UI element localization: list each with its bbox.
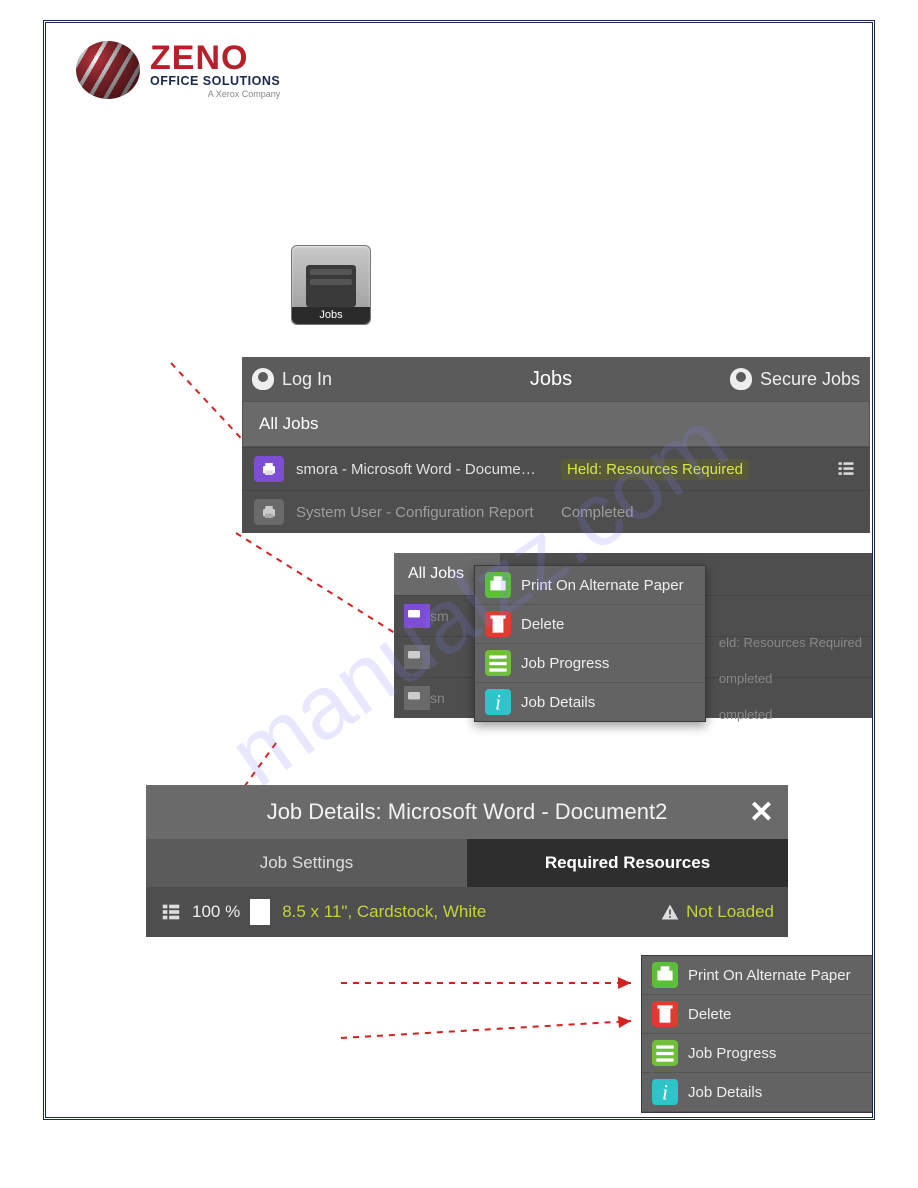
- menu-delete[interactable]: Delete: [642, 995, 872, 1034]
- job-context-menu: Print On Alternate Paper Delete Job Prog…: [474, 565, 706, 722]
- svg-text:i: i: [495, 691, 501, 715]
- secure-jobs-label: Secure Jobs: [760, 369, 860, 390]
- jobs-tile-label: Jobs: [292, 307, 370, 324]
- info-icon: i: [652, 1079, 678, 1105]
- resource-icon: [160, 901, 182, 923]
- not-loaded-warning: Not Loaded: [660, 902, 774, 922]
- menu-label: Job Details: [688, 1084, 762, 1101]
- info-icon: i: [485, 689, 511, 715]
- job-row-completed[interactable]: System User - Configuration Report Compl…: [242, 490, 870, 533]
- job-details-titlebar: Job Details: Microsoft Word - Document2 …: [146, 785, 788, 839]
- resource-percent: 100 %: [192, 902, 240, 922]
- menu-details[interactable]: i Job Details: [642, 1073, 872, 1112]
- menu-progress[interactable]: Job Progress: [475, 644, 705, 683]
- printer-icon: [404, 645, 430, 669]
- close-button[interactable]: ✕: [749, 795, 774, 830]
- printer-icon: [404, 604, 430, 628]
- all-jobs-header[interactable]: All Jobs: [242, 401, 870, 447]
- job-details-panel: Job Details: Microsoft Word - Document2 …: [146, 785, 788, 937]
- warning-icon: [660, 902, 680, 922]
- job-context-panel: All Jobs sm sn eld: Re: [394, 553, 872, 718]
- logo-tagline: A Xerox Company: [150, 90, 280, 99]
- logo-sphere-icon: [76, 41, 140, 99]
- menu-label: Job Progress: [688, 1045, 776, 1062]
- bg-status-column: eld: Resources Required ompleted omplete…: [719, 625, 862, 733]
- menu-label: Delete: [688, 1006, 731, 1023]
- paper-swatch-icon: [250, 899, 270, 925]
- menu-print-alternate[interactable]: Print On Alternate Paper: [642, 956, 872, 995]
- job-name: System User - Configuration Report: [296, 504, 561, 521]
- jobs-app-tile[interactable]: Jobs: [291, 245, 371, 325]
- menu-label: Print On Alternate Paper: [521, 577, 684, 594]
- menu-delete[interactable]: Delete: [475, 605, 705, 644]
- logo-main-text: ZENO: [150, 41, 280, 75]
- logo-sub-text: OFFICE SOLUTIONS: [150, 75, 280, 88]
- user-icon: [730, 368, 752, 390]
- resource-description: 8.5 x 11", Cardstock, White: [282, 902, 660, 922]
- secure-jobs-button[interactable]: Secure Jobs: [690, 368, 870, 390]
- menu-label: Job Progress: [521, 655, 609, 672]
- progress-icon: [652, 1040, 678, 1066]
- printer-icon: [404, 686, 430, 710]
- progress-icon: [485, 650, 511, 676]
- menu-progress[interactable]: Job Progress: [642, 1034, 872, 1073]
- svg-text:i: i: [662, 1081, 668, 1105]
- printer-icon: [254, 456, 284, 482]
- printer-icon: [652, 962, 678, 988]
- jobs-panel: Log In Jobs Secure Jobs All Jobs smora -…: [242, 357, 870, 533]
- tab-required-resources[interactable]: Required Resources: [467, 839, 788, 887]
- page-frame: ZENO OFFICE SOLUTIONS A Xerox Company ma…: [43, 20, 875, 1120]
- menu-label: Job Details: [521, 694, 595, 711]
- menu-details[interactable]: i Job Details: [475, 683, 705, 721]
- job-status: Completed: [561, 504, 858, 521]
- tab-job-settings[interactable]: Job Settings: [146, 839, 467, 887]
- job-name: sm: [430, 608, 449, 624]
- printer-icon: [254, 499, 284, 525]
- jobs-panel-title: Jobs: [412, 368, 690, 391]
- user-icon: [252, 368, 274, 390]
- menu-print-alternate[interactable]: Print On Alternate Paper: [475, 566, 705, 605]
- list-icon[interactable]: [834, 459, 858, 479]
- printer-icon: [485, 572, 511, 598]
- job-status-held: Held: Resources Required: [561, 459, 749, 480]
- menu-label: Delete: [521, 616, 564, 633]
- job-details-title: Job Details: Microsoft Word - Document2: [267, 799, 668, 824]
- bottom-context-menu: Print On Alternate Paper Delete Job Prog…: [641, 955, 873, 1113]
- login-button[interactable]: Log In: [242, 368, 412, 390]
- brand-logo: ZENO OFFICE SOLUTIONS A Xerox Company: [76, 41, 280, 99]
- job-name: sn: [430, 690, 445, 706]
- menu-label: Print On Alternate Paper: [688, 967, 851, 984]
- resource-row[interactable]: 100 % 8.5 x 11", Cardstock, White Not Lo…: [146, 887, 788, 937]
- trash-icon: [652, 1001, 678, 1027]
- job-name: smora - Microsoft Word - Docume…: [296, 461, 561, 478]
- trash-icon: [485, 611, 511, 637]
- job-row-held[interactable]: smora - Microsoft Word - Docume… Held: R…: [242, 447, 870, 490]
- login-label: Log In: [282, 369, 332, 390]
- jobs-stack-icon: [306, 265, 356, 307]
- jobs-panel-header: Log In Jobs Secure Jobs: [242, 357, 870, 401]
